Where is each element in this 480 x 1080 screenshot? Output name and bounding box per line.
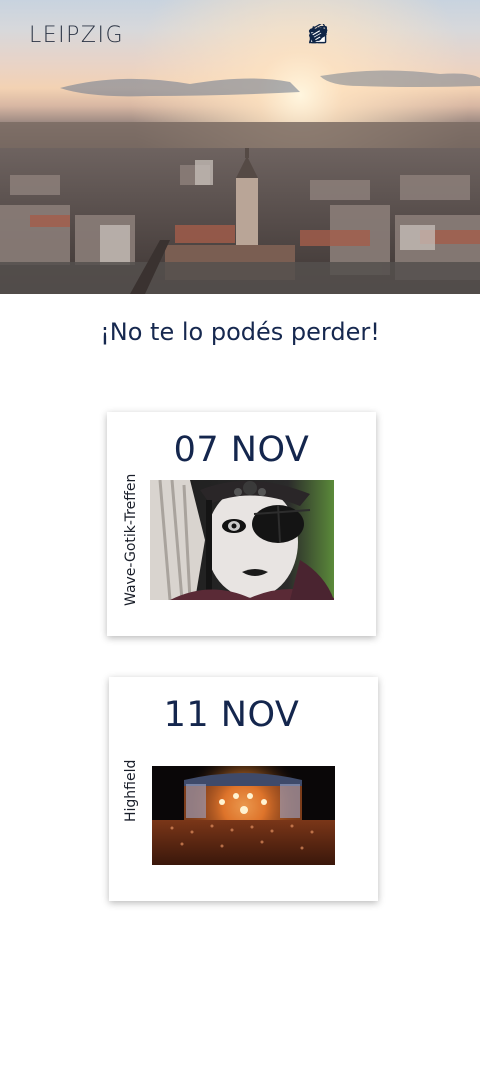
event-name: Wave-Gotik-Treffen bbox=[123, 473, 139, 606]
event-image bbox=[150, 480, 334, 600]
event-date: 07 NOV bbox=[173, 430, 310, 470]
nav-tickets-button[interactable] bbox=[308, 24, 453, 48]
hero-banner: LEIPZIG bbox=[0, 0, 480, 294]
brand-logo[interactable]: LEIPZIG bbox=[29, 23, 124, 48]
event-date: 11 NOV bbox=[163, 695, 300, 735]
event-image bbox=[152, 766, 335, 865]
top-navigation bbox=[307, 24, 453, 48]
tickets-icon bbox=[308, 24, 328, 43]
event-card-wave-gotik-treffen[interactable]: 07 NOV Wave-Gotik-Treffen bbox=[107, 412, 376, 636]
concert-stage-photo bbox=[152, 766, 335, 865]
nav-calendar-button[interactable] bbox=[309, 24, 413, 48]
page-heading: ¡No te lo podés perder! bbox=[100, 318, 380, 346]
event-card-highfield[interactable]: 11 NOV Highfield bbox=[109, 677, 378, 901]
nav-guide-button[interactable] bbox=[309, 24, 373, 48]
event-name: Highfield bbox=[123, 759, 139, 822]
gothic-portrait-photo bbox=[150, 480, 334, 600]
